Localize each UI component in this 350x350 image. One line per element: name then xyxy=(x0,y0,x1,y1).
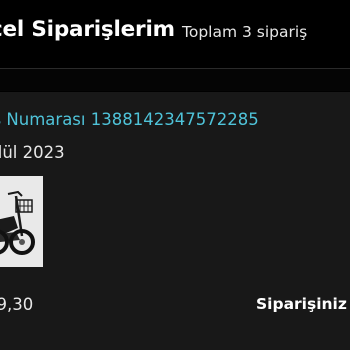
order-number: iş Numarası 1388142347572285 xyxy=(0,110,259,129)
orders-page: cel Siparişlerim Toplam 3 sipariş iş Num… xyxy=(0,0,350,350)
order-status-link[interactable]: Siparişiniz xyxy=(256,295,347,313)
product-image[interactable] xyxy=(0,176,43,267)
page-title: cel Siparişlerim xyxy=(0,17,175,42)
order-date: ylül 2023 xyxy=(0,143,65,162)
order-card[interactable]: iş Numarası 1388142347572285 ylül 2023 xyxy=(0,92,350,350)
section-divider xyxy=(0,69,350,91)
order-price: 29,30 xyxy=(0,295,34,314)
order-count: Toplam 3 sipariş xyxy=(182,23,308,41)
electric-bike-icon xyxy=(0,176,43,267)
page-header: cel Siparişlerim Toplam 3 sipariş xyxy=(0,0,350,69)
